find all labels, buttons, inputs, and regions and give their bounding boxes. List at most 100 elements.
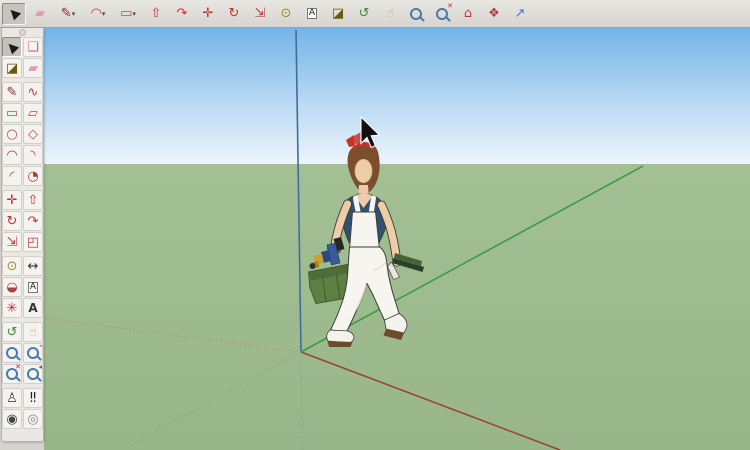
move-tool-button[interactable]: ✛ <box>196 3 220 25</box>
figure-shoe-left <box>327 330 354 343</box>
make-component-tool-icon: ❏ <box>27 41 39 54</box>
line-tool-button[interactable]: ✎ <box>2 82 22 102</box>
toolbox-hammer-head <box>310 263 316 269</box>
move-tool-button[interactable]: ✛ <box>2 190 22 210</box>
look-around-tool-icon: ◉ <box>6 413 17 426</box>
make-component-tool-button[interactable]: ❏ <box>23 37 43 57</box>
arc-tool-icon: ◠ <box>6 149 17 162</box>
zoom-previous-tool-button[interactable]: ◂ <box>23 364 43 384</box>
pan-tool-icon: ☝ <box>29 326 37 339</box>
line-tool-icon: ✎ <box>61 7 72 20</box>
axes-tool-icon: ✳ <box>7 302 18 315</box>
move-tool-icon: ✛ <box>203 7 214 20</box>
orbit-tool-button[interactable]: ↺ <box>352 3 376 25</box>
rotate-tool-button[interactable]: ↻ <box>2 211 22 231</box>
tape-measure-tool-icon: ⊙ <box>281 7 292 20</box>
tape-measure-tool-button[interactable]: ⊙ <box>2 256 22 276</box>
select-tool-button[interactable]: ▶ <box>2 3 26 25</box>
top-toolbar: ▶▰✎▾◠▾▭▾⇧↷✛↻⇲⊙A◪↺☝✕⌂❖↗ <box>0 0 750 28</box>
follow-me-tool-icon: ↷ <box>28 215 39 228</box>
paint-bucket-tool-button[interactable]: ◪ <box>2 58 22 78</box>
zoom-extents-tool-badge-icon: ✕ <box>447 3 453 10</box>
share-model-button-button[interactable]: ↗ <box>508 3 532 25</box>
arc-tool-button[interactable]: ◠ <box>2 145 22 165</box>
position-camera-tool-icon: ♙ <box>6 392 18 405</box>
tool-group: ⊙ ↔ ◒A ✳ A <box>2 256 43 318</box>
line-tool-icon: ✎ <box>7 86 18 99</box>
push-pull-tool-button[interactable]: ⇧ <box>23 190 43 210</box>
zoom-window-tool-icon <box>27 347 39 359</box>
select-tool-button[interactable]: ▶ <box>2 37 22 57</box>
scale-tool-button[interactable]: ⇲ <box>2 232 22 252</box>
axes-tool-button[interactable]: ✳ <box>2 298 22 318</box>
grip-dot-icon <box>19 29 26 36</box>
eraser-tool-icon: ▰ <box>28 62 38 75</box>
follow-me-tool-button[interactable]: ↷ <box>170 3 194 25</box>
circle-tool-button[interactable]: ○ <box>2 124 22 144</box>
follow-me-tool-button[interactable]: ↷ <box>23 211 43 231</box>
get-models-button-button[interactable]: ⌂ <box>456 3 480 25</box>
push-pull-tool-button[interactable]: ⇧ <box>144 3 168 25</box>
zoom-tool-button[interactable] <box>2 343 22 363</box>
toolbar-grip[interactable] <box>2 28 43 37</box>
offset-tool-button[interactable]: ◰ <box>23 232 43 252</box>
paint-bucket-tool-button[interactable]: ◪ <box>326 3 350 25</box>
scale-tool-button[interactable]: ⇲ <box>248 3 272 25</box>
select-tool-icon: ▶ <box>6 5 22 21</box>
pie-tool-icon: ◔ <box>27 170 38 183</box>
zoom-tool-icon <box>410 8 422 20</box>
zoom-extents-tool-button[interactable]: ✕ <box>2 364 22 384</box>
scale-tool-icon: ⇲ <box>255 7 266 20</box>
zoom-extents-tool-button[interactable]: ✕ <box>430 3 454 25</box>
tool-group: ↺ ☝ ▪✕◂ <box>2 322 43 384</box>
3d-text-tool-button[interactable]: A <box>23 298 43 318</box>
section-plane-tool-button[interactable]: ◎ <box>23 409 43 429</box>
polygon-tool-button[interactable]: ◇ <box>23 124 43 144</box>
extension-warehouse-button-icon: ❖ <box>488 7 500 20</box>
extension-warehouse-button-button[interactable]: ❖ <box>482 3 506 25</box>
rotated-rectangle-tool-icon: ▱ <box>28 107 38 120</box>
zoom-tool-button[interactable] <box>404 3 428 25</box>
line-tool-button[interactable]: ✎▾ <box>54 3 82 25</box>
rotate-tool-button[interactable]: ↻ <box>222 3 246 25</box>
pan-tool-button[interactable]: ☝ <box>378 3 402 25</box>
line-tool-dropdown-arrow-icon[interactable]: ▾ <box>72 10 76 18</box>
three-point-arc-tool-button[interactable]: ◜ <box>2 166 22 186</box>
look-around-tool-button[interactable]: ◉ <box>2 409 22 429</box>
3d-viewport[interactable] <box>44 28 750 450</box>
move-tool-icon: ✛ <box>7 194 18 207</box>
tool-group: ✛ ⇧↻ ↷ ⇲ ◰ <box>2 190 43 252</box>
tool-group: ✎ ∿▭ ▱ ○ ◇ ◠ ◝ ◜ ◔ <box>2 82 43 186</box>
text-tool-button[interactable]: A <box>300 3 324 25</box>
circle-tool-icon: ○ <box>6 128 17 141</box>
orbit-tool-button[interactable]: ↺ <box>2 322 22 342</box>
dimension-tool-icon: ↔ <box>28 260 39 273</box>
walk-tool-icon: ‼ <box>30 392 36 405</box>
arc-tool-dropdown-arrow-icon[interactable]: ▾ <box>102 10 106 18</box>
rectangle-tool-button[interactable]: ▭▾ <box>114 3 142 25</box>
eraser-tool-button[interactable]: ▰ <box>23 58 43 78</box>
position-camera-tool-button[interactable]: ♙ <box>2 388 22 408</box>
tape-measure-tool-button[interactable]: ⊙ <box>274 3 298 25</box>
rectangle-tool-button[interactable]: ▭ <box>2 103 22 123</box>
rectangle-tool-dropdown-arrow-icon[interactable]: ▾ <box>132 10 136 18</box>
text-tool-button[interactable]: A <box>23 277 43 297</box>
zoom-window-tool-button[interactable]: ▪ <box>23 343 43 363</box>
rotated-rectangle-tool-button[interactable]: ▱ <box>23 103 43 123</box>
scale-tool-icon: ⇲ <box>7 236 18 249</box>
arc-tool-button[interactable]: ◠▾ <box>84 3 112 25</box>
zoom-extents-tool-icon <box>436 8 448 20</box>
three-point-arc-tool-icon: ◜ <box>9 170 14 183</box>
walk-tool-button[interactable]: ‼ <box>23 388 43 408</box>
freehand-tool-button[interactable]: ∿ <box>23 82 43 102</box>
eraser-tool-button[interactable]: ▰ <box>28 3 52 25</box>
zoom-previous-tool-icon <box>27 368 39 380</box>
figure-sole-left <box>328 341 353 347</box>
pan-tool-icon: ☝ <box>386 7 394 20</box>
pie-tool-button[interactable]: ◔ <box>23 166 43 186</box>
protractor-tool-button[interactable]: ◒ <box>2 277 22 297</box>
two-point-arc-tool-button[interactable]: ◝ <box>23 145 43 165</box>
dimension-tool-button[interactable]: ↔ <box>23 256 43 276</box>
eraser-tool-icon: ▰ <box>35 7 45 20</box>
pan-tool-button[interactable]: ☝ <box>23 322 43 342</box>
